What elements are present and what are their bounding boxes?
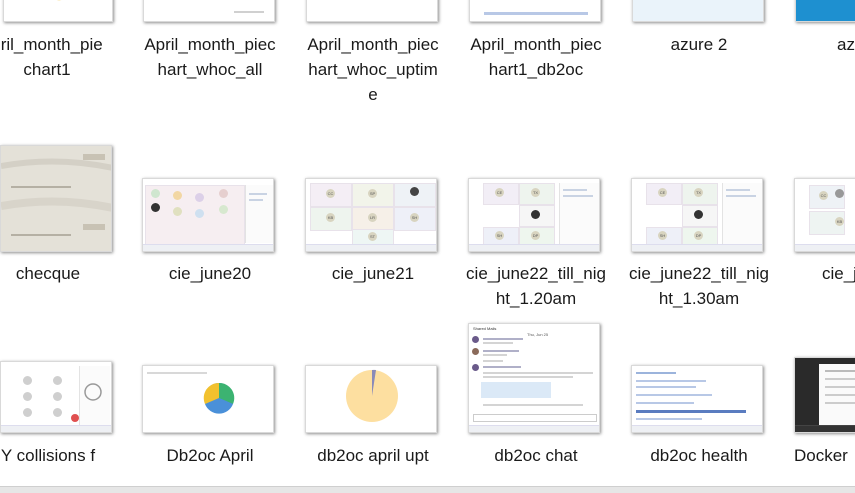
file-name-label: Db2oc April (166, 446, 254, 465)
legend-strip (484, 12, 588, 15)
pie-chart-image (203, 382, 235, 414)
pie-chart-image (307, 0, 438, 22)
file-thumbnail (794, 357, 855, 433)
file-thumbnail (0, 361, 112, 433)
file-name-label: db2oc chat (494, 446, 578, 465)
search-overlay-icon (71, 383, 102, 422)
file-thumbnail: CE TX SH DP (468, 178, 600, 252)
file-thumbnail (632, 0, 764, 22)
file-name-label: April_month_piec hart_whoc_uptim e (307, 35, 439, 104)
file-thumbnail: Shared Mails Thu, Jun 25 (468, 323, 600, 433)
file-thumbnail (143, 0, 275, 22)
file-name-label: azure 2 (670, 35, 728, 54)
file-name-label: cie_june20 (168, 264, 252, 283)
file-thumbnail (142, 365, 274, 433)
file-name-label: db2oc health (650, 446, 748, 465)
file-name-label: cie_j (822, 264, 855, 283)
file-name-label: pril_month_pie chart1 (0, 35, 103, 79)
file-name-label: cie_june22_till_nig ht_1.20am (466, 264, 606, 308)
file-thumbnail (305, 365, 437, 433)
pie-chart-image (56, 0, 61, 1)
file-thumbnail (3, 0, 113, 22)
file-name-label: cie_june22_till_nig ht_1.30am (629, 264, 769, 308)
pie-chart-image (234, 11, 264, 13)
file-thumbnail (0, 145, 112, 252)
file-grid: pril_month_pie chart1 April_month_piec h… (0, 0, 855, 487)
file-thumbnail (795, 0, 855, 22)
file-name-label: April_month_piec hart1_db2oc (470, 35, 602, 79)
file-name-label: checque (15, 264, 81, 283)
file-name-label: April_month_piec hart_whoc_all (144, 35, 276, 79)
file-name-label: Y collisions f (0, 446, 96, 465)
file-thumbnail (306, 0, 438, 22)
cheque-image (1, 146, 111, 251)
file-thumbnail (631, 365, 763, 433)
chart-image (633, 0, 764, 22)
file-thumbnail: CE TX SH DP (631, 178, 763, 252)
file-name-label: cie_june21 (331, 264, 415, 283)
file-name-label: az (837, 35, 855, 54)
pie-chart-image (346, 369, 398, 422)
file-thumbnail (469, 0, 601, 22)
file-thumbnail (142, 178, 274, 252)
file-name-label: Docker (794, 446, 848, 465)
file-name-label: db2oc april upt (317, 446, 429, 465)
file-thumbnail: CC SP KB LR SH ST (305, 178, 437, 252)
horizontal-scrollbar[interactable] (0, 486, 855, 493)
file-thumbnail: CC KB (794, 178, 855, 252)
